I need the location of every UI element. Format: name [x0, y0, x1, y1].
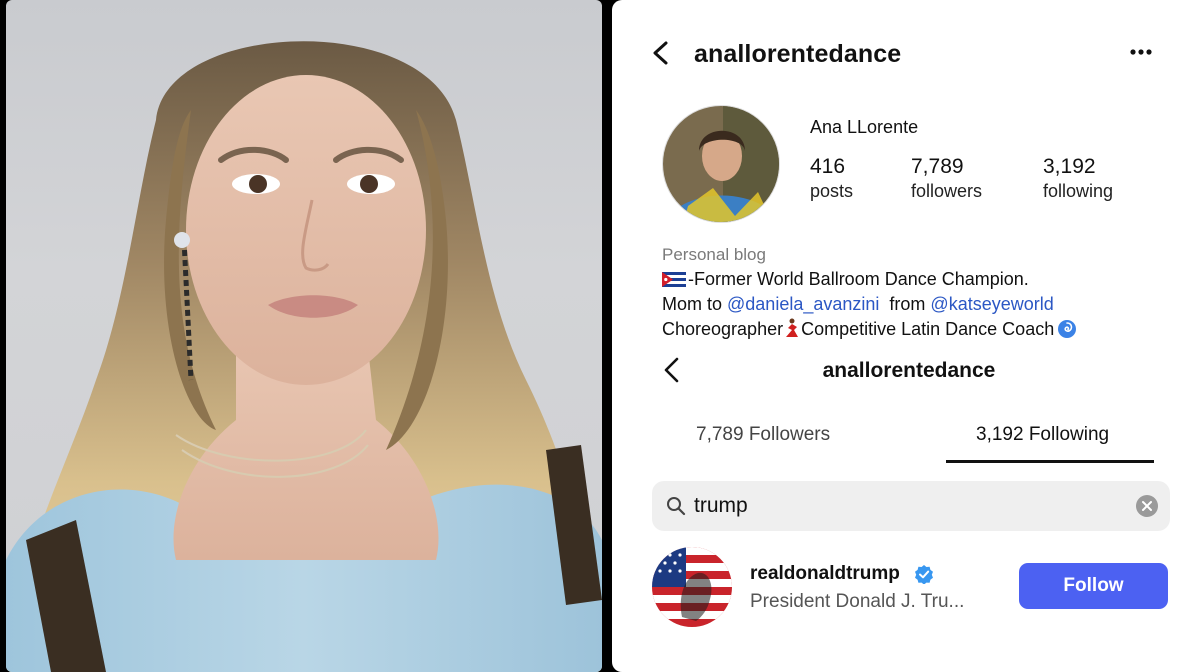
tab-followers[interactable]: 7,789 Followers	[696, 424, 830, 446]
profile-display-name: Ana LLorente	[810, 117, 919, 137]
portrait-illustration	[6, 41, 602, 672]
mention-link-1[interactable]: @daniela_avanzini	[727, 294, 879, 314]
more-options-icon[interactable]	[1128, 42, 1154, 62]
bio-line-2-mid: from	[879, 294, 931, 314]
profile-avatar-image	[663, 106, 779, 222]
bio-line-2: Mom to @daniela_avanzini from @katseyewo…	[662, 292, 1182, 317]
portrait-photo	[6, 0, 602, 672]
follow-button[interactable]: Follow	[1019, 563, 1168, 609]
cuba-flag-icon	[662, 272, 686, 287]
active-tab-indicator	[946, 460, 1154, 463]
following-label: following	[1043, 181, 1114, 201]
bio-line-3: Choreographer Competitive Latin Dance Co…	[662, 317, 1182, 342]
profile-username-title: anallorentedance	[694, 40, 902, 68]
cyclone-emoji-icon	[1058, 320, 1077, 338]
profile-avatar[interactable]	[662, 105, 780, 223]
bio-line-1-text: -Former World Ballroom Dance Champion.	[688, 269, 1029, 289]
search-bar	[652, 481, 1170, 531]
bio-line-1: -Former World Ballroom Dance Champion.	[662, 267, 1182, 292]
follow-list-title: anallorentedance	[822, 359, 996, 382]
profile-bio: Personal blog -Former World Ballroom Dan…	[662, 242, 1182, 342]
chevron-left-icon[interactable]	[650, 40, 672, 66]
bio-category: Personal blog	[662, 245, 766, 264]
list-item[interactable]: realdonaldtrump President Donald J. Tru.…	[612, 545, 1200, 631]
following-stat[interactable]: 3,192 following	[1043, 155, 1113, 202]
bio-line-3-b: Competitive Latin Dance Coach	[801, 319, 1055, 339]
followers-count: 7,789	[911, 155, 964, 178]
posts-count: 416	[810, 155, 846, 178]
verified-badge-icon	[915, 565, 933, 584]
bio-line-3-a: Choreographer	[662, 319, 784, 339]
follow-list-header: anallorentedance	[612, 350, 1200, 390]
result-avatar[interactable]	[652, 547, 732, 627]
follow-tabs: 7,789 Followers 3,192 Following	[612, 410, 1200, 466]
search-icon	[667, 497, 686, 516]
clear-search-icon[interactable]	[1136, 495, 1158, 517]
posts-stat[interactable]: 416 posts	[810, 155, 853, 202]
result-full-name: President Donald J. Tru...	[750, 591, 965, 612]
result-username[interactable]: realdonaldtrump	[750, 563, 900, 585]
following-count: 3,192	[1043, 155, 1096, 178]
followers-stat[interactable]: 7,789 followers	[911, 155, 982, 202]
search-input[interactable]	[694, 492, 1114, 520]
profile-screen: anallorentedance Ana LLorente 416 posts …	[612, 0, 1200, 672]
tab-following[interactable]: 3,192 Following	[976, 424, 1109, 446]
profile-header: anallorentedance	[612, 30, 1200, 74]
followers-label: followers	[911, 181, 983, 201]
bio-line-2-prefix: Mom to	[662, 294, 728, 314]
mention-link-2[interactable]: @katseyeworld	[930, 294, 1053, 314]
result-avatar-image	[652, 547, 732, 627]
posts-label: posts	[810, 181, 854, 201]
dancer-emoji-icon	[786, 318, 799, 337]
